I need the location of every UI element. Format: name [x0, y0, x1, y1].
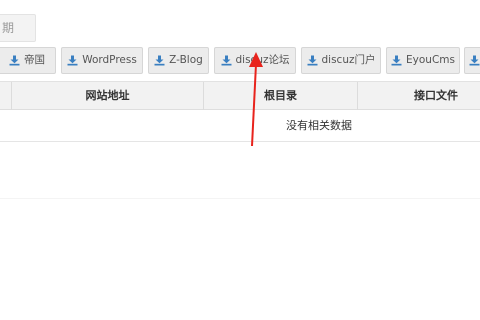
import-zblog-button[interactable]: Z-Blog	[148, 47, 209, 74]
import-zblog-label: Z-Blog	[169, 54, 203, 66]
download-icon	[9, 55, 20, 66]
divider	[0, 198, 480, 199]
import-eyoucms-label: EyouCms	[406, 54, 455, 66]
import-wordpress-button[interactable]: WordPress	[61, 47, 143, 74]
import-diguo-label: 帝国	[24, 54, 45, 66]
download-icon	[67, 55, 78, 66]
import-more-button[interactable]	[464, 47, 480, 74]
tab-fragment[interactable]: 期	[0, 14, 36, 42]
column-header-root-dir: 根目录	[264, 89, 297, 102]
import-wordpress-label: WordPress	[82, 54, 137, 66]
annotation-arrow-icon	[249, 52, 263, 147]
import-eyoucms-button[interactable]: EyouCms	[386, 47, 460, 74]
download-icon	[391, 55, 402, 66]
import-diguo-button[interactable]: 帝国	[0, 47, 56, 74]
download-icon	[307, 55, 317, 66]
import-discuz-portal-label: discuz门户	[321, 54, 376, 66]
column-header-site-url: 网站地址	[85, 89, 130, 102]
import-discuz-portal-button[interactable]: discuz门户	[301, 47, 381, 74]
download-icon	[221, 55, 231, 66]
empty-message: 没有相关数据	[286, 119, 352, 132]
column-header-interface-file: 接口文件	[414, 89, 458, 102]
download-icon	[469, 55, 480, 66]
download-icon	[154, 55, 165, 66]
tab-fragment-label: 期	[2, 21, 15, 35]
